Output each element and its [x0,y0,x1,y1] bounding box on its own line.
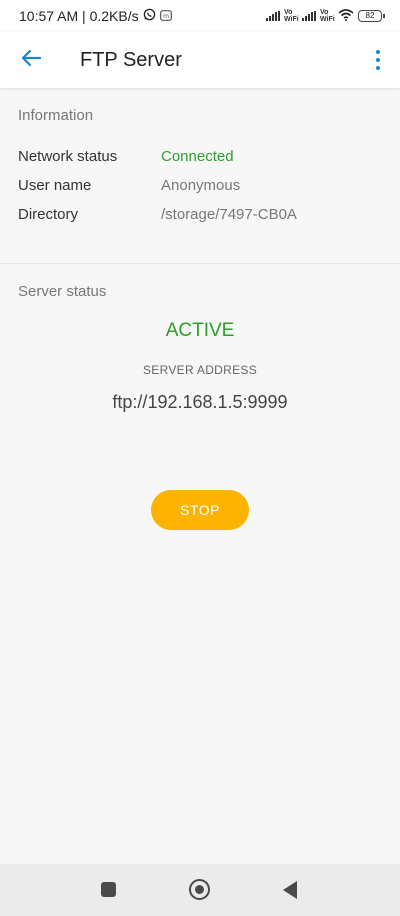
user-name-value: Anonymous [161,177,241,194]
vowifi-label: Vo WiFi [320,9,335,23]
svg-text:m: m [163,13,169,20]
info-row-directory: Directory /storage/7497-CB0A [18,206,297,223]
triangle-back-icon[interactable] [283,881,297,899]
info-label: Network status [18,148,118,165]
battery-icon: 82 [358,10,385,22]
server-status-heading: Server status [18,283,107,300]
signal-icon [266,11,280,21]
status-left: 10:57 AM | 0.2KB/s m [19,8,172,24]
info-row-network-status: Network status Connected [18,148,234,165]
directory-value: /storage/7497-CB0A [161,206,297,223]
whatsapp-icon [143,8,156,24]
server-state: ACTIVE [165,320,235,341]
information-heading: Information [18,107,94,124]
square-icon[interactable] [101,882,116,897]
m-notification-icon: m [159,8,172,24]
system-nav-bar [0,864,400,916]
server-address-value: ftp://192.168.1.5:9999 [112,392,288,412]
page-title: FTP Server [80,48,182,71]
info-row-user-name: User name Anonymous [18,177,240,194]
status-bar: 10:57 AM | 0.2KB/s m Vo WiFi Vo WiFi 82 [0,0,400,32]
info-label: Directory [18,206,79,223]
status-right: Vo WiFi Vo WiFi 82 [266,8,385,24]
info-label: User name [18,177,92,194]
more-vert-icon[interactable] [370,48,386,72]
app-bar: FTP Server [0,32,400,88]
arrow-left-icon [21,49,42,72]
signal-icon [302,11,316,21]
back-button[interactable] [0,32,60,88]
status-time-speed: 10:57 AM | 0.2KB/s [19,8,139,24]
network-status-value: Connected [161,148,234,165]
vowifi-label: Vo WiFi [284,9,299,23]
wifi-icon [338,8,354,24]
home-circle-icon[interactable] [189,879,210,900]
stop-button[interactable]: STOP [151,490,249,530]
server-address-label: SERVER ADDRESS [142,363,258,377]
